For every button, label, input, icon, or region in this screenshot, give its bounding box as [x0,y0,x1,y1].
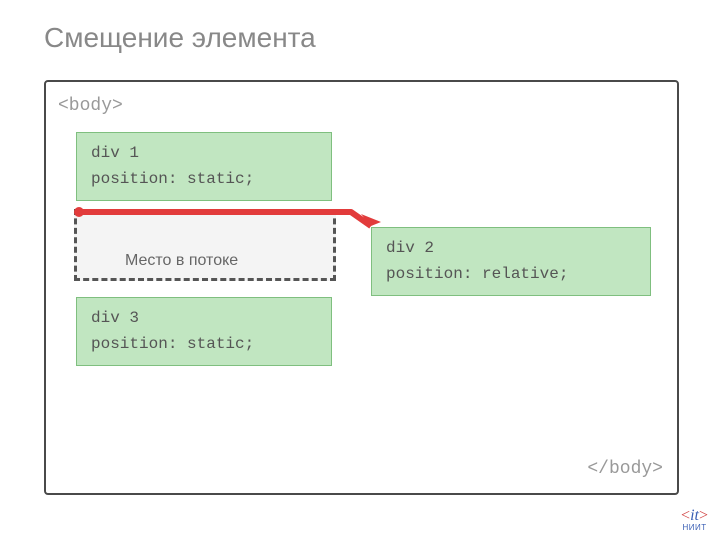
placeholder-label: Место в потоке [125,251,238,270]
div2-box: div 2 position: relative; [371,227,651,296]
div1-name: div 1 [91,141,317,167]
div2-name: div 2 [386,236,636,262]
body-open-tag: <body> [58,96,123,116]
div3-name: div 3 [91,306,317,332]
logo-angle-right: > [699,507,708,524]
div1-box: div 1 position: static; [76,132,332,201]
slide-title: Смещение элемента [0,0,720,54]
body-frame: <body> div 1 position: static; Место в п… [44,80,679,495]
body-close-tag: </body> [587,459,663,479]
div2-css: position: relative; [386,262,636,288]
div3-box: div 3 position: static; [76,297,332,366]
logo: <it> НИИТ [681,508,708,532]
logo-angle-left: < [681,507,690,524]
div1-css: position: static; [91,167,317,193]
logo-brand: it [690,507,699,524]
logo-org: НИИТ [681,524,708,532]
flow-placeholder: Место в потоке [74,209,336,281]
div3-css: position: static; [91,332,317,358]
